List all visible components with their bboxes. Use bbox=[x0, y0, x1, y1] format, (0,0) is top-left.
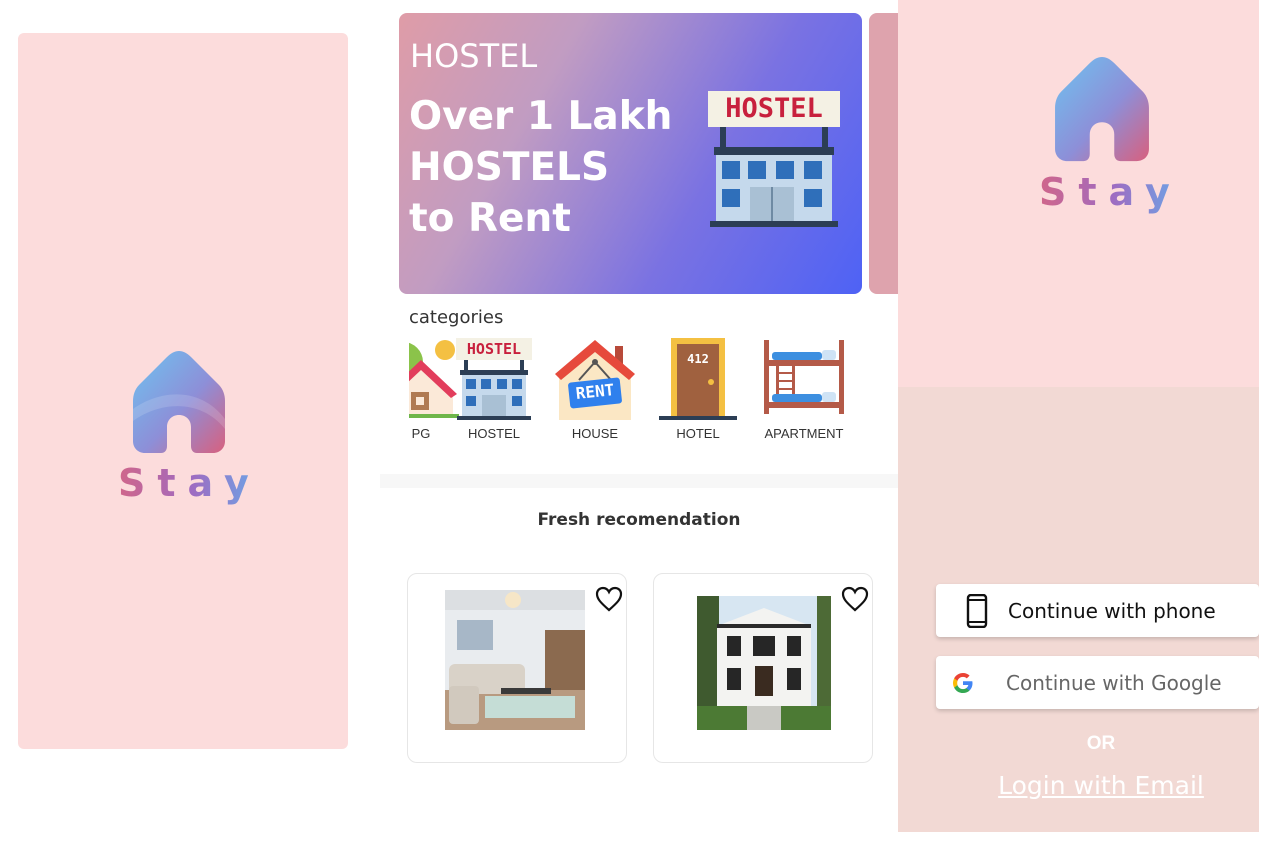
category-label-hotel: HOTEL bbox=[676, 426, 720, 441]
listing-image bbox=[445, 590, 585, 730]
continue-with-google-button[interactable]: Continue with Google bbox=[936, 656, 1259, 709]
category-label-apartment: APARTMENT bbox=[764, 426, 844, 441]
hotel-door-icon bbox=[659, 338, 737, 420]
promo-banner[interactable]: HOSTEL Over 1 Lakh HOSTELS to Rent HOSTE… bbox=[399, 13, 862, 294]
google-icon bbox=[953, 672, 973, 693]
splash-screen: Stay bbox=[18, 33, 348, 749]
google-button-label: Continue with Google bbox=[1006, 670, 1222, 695]
brand-wordmark: Stay bbox=[1039, 170, 1182, 214]
category-house[interactable]: RENT HOUSE bbox=[550, 334, 640, 446]
category-apartment[interactable]: APARTMENT bbox=[754, 334, 854, 446]
heart-outline-icon[interactable] bbox=[595, 586, 623, 612]
login-screen: Stay Continue with phone Continue with G… bbox=[898, 0, 1259, 832]
home-screen: HOSTEL Over 1 Lakh HOSTELS to Rent HOSTE… bbox=[380, 0, 898, 853]
login-header: Stay bbox=[898, 0, 1259, 387]
listing-card[interactable] bbox=[407, 573, 627, 763]
login-with-email-link[interactable]: Login with Email bbox=[998, 771, 1204, 800]
category-sign-hostel: HOSTEL bbox=[466, 340, 522, 358]
house-logo-icon bbox=[133, 351, 225, 453]
categories-title: categories bbox=[409, 307, 504, 328]
heart-outline-icon[interactable] bbox=[841, 586, 869, 612]
phone-icon bbox=[966, 593, 988, 628]
bunk-bed-icon bbox=[764, 340, 844, 414]
listing-card[interactable] bbox=[653, 573, 873, 763]
banner-tag: HOSTEL bbox=[410, 37, 538, 75]
next-banner-peek[interactable] bbox=[869, 13, 898, 294]
fresh-recommendation-title: Fresh recomendation bbox=[537, 510, 741, 530]
banner-headline-1: Over 1 Lakh bbox=[409, 94, 673, 139]
brand-wordmark: Stay bbox=[118, 461, 261, 505]
category-hotel[interactable]: 412 HOTEL bbox=[653, 334, 743, 446]
or-divider-text: OR bbox=[1086, 733, 1116, 754]
house-logo-icon bbox=[1055, 56, 1149, 162]
listing-image bbox=[697, 596, 831, 730]
category-sign-hotel: 412 bbox=[687, 352, 709, 366]
section-divider bbox=[380, 474, 898, 488]
category-hostel[interactable]: HOSTEL HOSTEL bbox=[449, 334, 539, 446]
login-with-email-link-wrap: Login with Email bbox=[898, 771, 1259, 800]
phone-button-label: Continue with phone bbox=[1008, 598, 1216, 623]
category-label-house: HOUSE bbox=[571, 426, 619, 441]
continue-with-phone-button[interactable]: Continue with phone bbox=[936, 584, 1259, 637]
banner-sign-text: HOSTEL bbox=[725, 93, 823, 124]
categories-row: PG HOSTEL HOSTEL RENT HOUSE 412 HOTEL AP… bbox=[409, 334, 889, 454]
banner-headline-2: HOSTELS bbox=[409, 145, 610, 190]
banner-headline-3: to Rent bbox=[409, 196, 571, 241]
category-label-hostel: HOSTEL bbox=[467, 426, 520, 441]
